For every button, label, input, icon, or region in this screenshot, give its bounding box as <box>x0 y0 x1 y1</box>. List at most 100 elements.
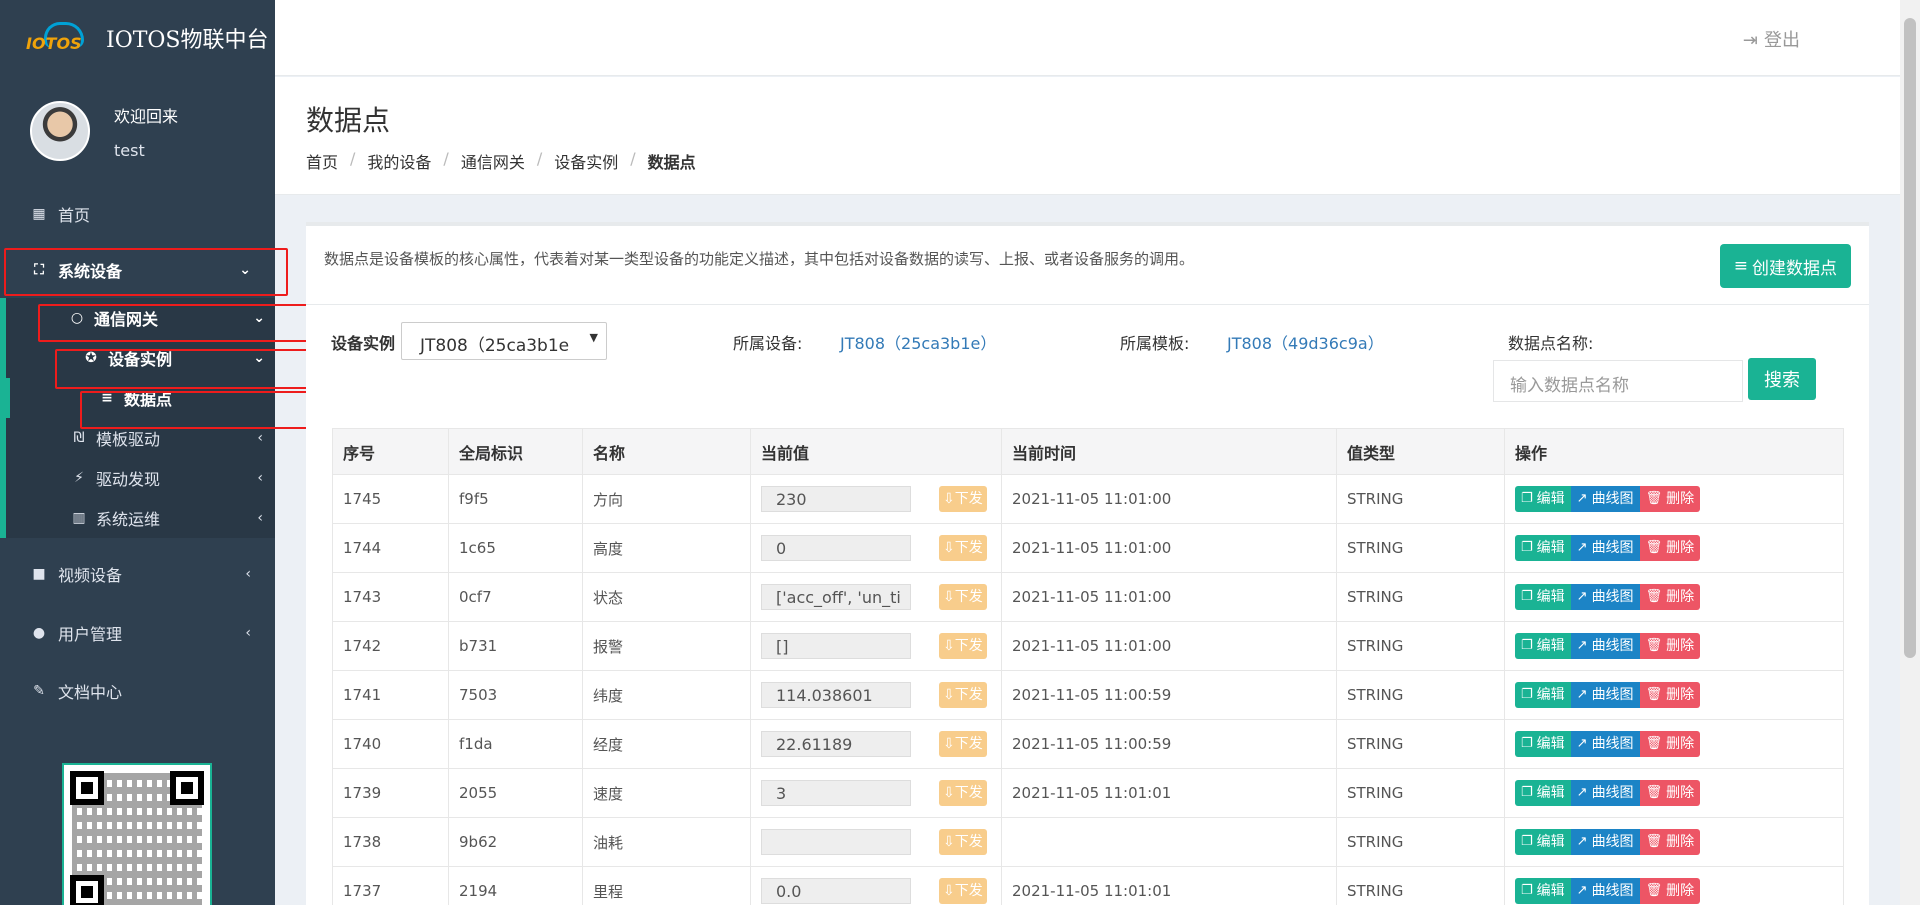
col-value-type[interactable]: 值类型 <box>1336 428 1505 475</box>
cell-actions: ❐ 编辑 ↗ 曲线图 🗑 删除 <box>1504 768 1844 818</box>
sidebar-item-driver-discovery[interactable]: ⚡ 驱动发现 ‹ <box>6 458 275 498</box>
edit-button[interactable]: ❐ 编辑 <box>1515 584 1571 610</box>
curve-button[interactable]: ↗ 曲线图 <box>1570 878 1640 904</box>
send-button[interactable]: ⇩下发 <box>939 878 987 904</box>
sidebar-item-docs[interactable]: ✎ 文档中心 <box>0 662 275 720</box>
app-title: IOTOS物联中台 <box>106 28 269 53</box>
sidebar-item-template-driver[interactable]: ₪ 模板驱动 ‹ <box>6 418 275 458</box>
edit-button[interactable]: ❐ 编辑 <box>1515 633 1571 659</box>
page-scrollbar[interactable] <box>1900 0 1920 905</box>
curve-button[interactable]: ↗ 曲线图 <box>1570 682 1640 708</box>
sidebar: IOTOS IOTOS物联中台 欢迎回来 test ▦ 首页 ⛶ 系统设备 ⌄ … <box>0 0 334 905</box>
col-current-time[interactable]: 当前时间 <box>1001 428 1337 475</box>
copy-icon: ❐ <box>1521 785 1533 800</box>
cell-value-type: STRING <box>1336 523 1505 573</box>
delete-button[interactable]: 🗑 删除 <box>1639 486 1701 512</box>
value-field[interactable]: 22.61189 <box>761 731 911 757</box>
logout-button[interactable]: ⇥ 登出 <box>1743 26 1800 52</box>
col-global-id[interactable]: 全局标识 <box>448 428 583 475</box>
breadcrumb-my-devices[interactable]: 我的设备 <box>367 149 431 173</box>
avatar[interactable] <box>30 101 90 161</box>
delete-button[interactable]: 🗑 删除 <box>1639 535 1701 561</box>
col-name[interactable]: 名称 <box>582 428 751 475</box>
send-button[interactable]: ⇩下发 <box>939 584 987 610</box>
sidebar-item-instance[interactable]: ✪ 设备实例 ⌄ <box>6 338 275 378</box>
curve-button[interactable]: ↗ 曲线图 <box>1570 731 1640 757</box>
send-button[interactable]: ⇩下发 <box>939 535 987 561</box>
create-datapoint-button[interactable]: ≡ 创建数据点 <box>1719 244 1851 288</box>
breadcrumb-instance[interactable]: 设备实例 <box>554 149 618 173</box>
brand[interactable]: IOTOS IOTOS物联中台 <box>0 0 275 76</box>
curve-button[interactable]: ↗ 曲线图 <box>1570 584 1640 610</box>
trash-icon: 🗑 <box>1645 638 1663 653</box>
caret-down-icon: ▼ <box>589 331 598 344</box>
device-link[interactable]: JT808（25ca3b1e） <box>840 330 996 354</box>
sitemap-icon: ⛶ <box>34 262 44 278</box>
delete-button[interactable]: 🗑 删除 <box>1639 584 1701 610</box>
sidebar-item-gateway[interactable]: ○ 通信网关 ⌄ <box>6 298 275 338</box>
template-link[interactable]: JT808（49d36c9a） <box>1227 330 1384 354</box>
datapoint-name-input[interactable]: 输入数据点名称 <box>1493 360 1743 402</box>
value-field[interactable]: 3 <box>761 780 911 806</box>
edit-button[interactable]: ❐ 编辑 <box>1515 682 1571 708</box>
instance-select[interactable]: JT808（25ca3b1e ▼ <box>401 322 607 360</box>
send-button[interactable]: ⇩下发 <box>939 633 987 659</box>
search-button[interactable]: 搜索 <box>1748 358 1816 400</box>
col-current-value[interactable]: 当前值 <box>750 428 1002 475</box>
value-field[interactable]: 0 <box>761 535 911 561</box>
arrow-down-icon: ⇩ <box>943 736 955 752</box>
edit-button[interactable]: ❐ 编辑 <box>1515 486 1571 512</box>
breadcrumb-home[interactable]: 首页 <box>306 149 338 173</box>
delete-button[interactable]: 🗑 删除 <box>1639 878 1701 904</box>
cell-value-type: STRING <box>1336 866 1505 905</box>
value-field[interactable] <box>761 829 911 855</box>
breadcrumb-gateway[interactable]: 通信网关 <box>461 149 525 173</box>
value-field[interactable]: 230 <box>761 486 911 512</box>
cell-id: 1741 <box>332 670 449 720</box>
cell-global-id: 1c65 <box>448 523 583 573</box>
sidebar-item-user-management[interactable]: ● 用户管理 ‹ <box>0 604 275 662</box>
delete-button[interactable]: 🗑 删除 <box>1639 780 1701 806</box>
delete-button[interactable]: 🗑 删除 <box>1639 682 1701 708</box>
cell-id: 1737 <box>332 866 449 905</box>
topbar: ⇥ 登出 <box>275 0 1900 76</box>
sidebar-item-video-devices[interactable]: ■ 视频设备 ‹ <box>0 544 275 604</box>
curve-button[interactable]: ↗ 曲线图 <box>1570 535 1640 561</box>
curve-button[interactable]: ↗ 曲线图 <box>1570 829 1640 855</box>
sidebar-item-system-ops[interactable]: ▥ 系统运维 ‹ <box>6 498 275 538</box>
value-field[interactable]: 114.038601 <box>761 682 911 708</box>
line-chart-icon: ↗ <box>1576 834 1588 849</box>
col-id[interactable]: 序号 <box>332 428 449 475</box>
sidebar-item-system-devices[interactable]: ⛶ 系统设备 ⌄ <box>0 242 275 298</box>
database-icon: ≡ <box>101 390 113 406</box>
edit-button[interactable]: ❐ 编辑 <box>1515 780 1571 806</box>
edit-button[interactable]: ❐ 编辑 <box>1515 878 1571 904</box>
table-row: 1745 f9f5 方向 230 ⇩下发 2021-11-05 11:01:00 … <box>332 474 1844 524</box>
value-field[interactable]: 0.0 <box>761 878 911 904</box>
send-button[interactable]: ⇩下发 <box>939 780 987 806</box>
cell-current-value: ⇩下发 <box>750 817 1002 867</box>
send-button[interactable]: ⇩下发 <box>939 682 987 708</box>
chevron-left-icon: ‹ <box>245 566 251 582</box>
send-button[interactable]: ⇩下发 <box>939 829 987 855</box>
sidebar-item-home[interactable]: ▦ 首页 <box>0 186 275 242</box>
table-header-row: 序号 全局标识 名称 当前值 当前时间 值类型 操作 <box>332 428 1844 475</box>
line-chart-icon: ↗ <box>1576 491 1588 506</box>
edit-button[interactable]: ❐ 编辑 <box>1515 731 1571 757</box>
cell-global-id: 7503 <box>448 670 583 720</box>
copy-icon: ❐ <box>1521 687 1533 702</box>
delete-button[interactable]: 🗑 删除 <box>1639 829 1701 855</box>
edit-button[interactable]: ❐ 编辑 <box>1515 535 1571 561</box>
sidebar-item-datapoint[interactable]: ≡ 数据点 <box>0 378 275 418</box>
value-field[interactable]: ['acc_off', 'un_ti <box>761 584 911 610</box>
edit-button[interactable]: ❐ 编辑 <box>1515 829 1571 855</box>
delete-button[interactable]: 🗑 删除 <box>1639 633 1701 659</box>
curve-button[interactable]: ↗ 曲线图 <box>1570 633 1640 659</box>
value-field[interactable]: [] <box>761 633 911 659</box>
curve-button[interactable]: ↗ 曲线图 <box>1570 486 1640 512</box>
delete-button[interactable]: 🗑 删除 <box>1639 731 1701 757</box>
send-button[interactable]: ⇩下发 <box>939 486 987 512</box>
curve-button[interactable]: ↗ 曲线图 <box>1570 780 1640 806</box>
send-button[interactable]: ⇩下发 <box>939 731 987 757</box>
page-title: 数据点 <box>306 104 391 137</box>
